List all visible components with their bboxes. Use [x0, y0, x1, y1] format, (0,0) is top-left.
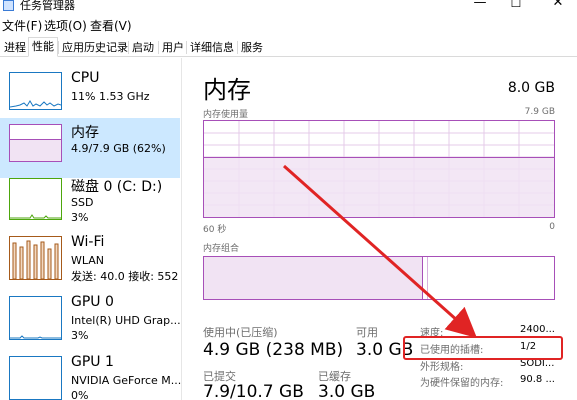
- sidebar-item-detail: 11% 1.53 GHz: [71, 90, 150, 103]
- resource-sidebar: CPU 11% 1.53 GHz 内存 4.9/7.9 GB (62%) 磁盘 …: [0, 58, 189, 400]
- in-use-value: 4.9 GB (238 MB): [203, 340, 344, 360]
- hardware-reserved-value: 90.8 ...: [520, 374, 555, 385]
- sidebar-item-label: CPU: [71, 70, 100, 86]
- hardware-reserved-label: 为硬件保留的内存:: [420, 378, 504, 389]
- in-use-label: 使用中(已压缩): [203, 326, 278, 339]
- sidebar-item-label: GPU 1: [71, 354, 114, 370]
- usage-graph-label: 内存使用量: [203, 110, 249, 120]
- graph-time-right: 0: [549, 222, 555, 232]
- task-manager-icon: [3, 0, 14, 11]
- sidebar-item-memory[interactable]: 内存 4.9/7.9 GB (62%): [0, 118, 180, 178]
- tab-startup[interactable]: 启动: [128, 38, 158, 57]
- composition-in-use: [204, 257, 423, 299]
- memory-composition-bar: [203, 256, 555, 300]
- sidebar-item-detail: SSD: [71, 196, 94, 209]
- sidebar-item-label: 磁盘 0 (C: D:): [71, 179, 163, 195]
- tab-performance[interactable]: 性能: [28, 37, 58, 57]
- memory-usage-graph: [203, 120, 555, 218]
- sidebar-item-label: Wi-Fi: [71, 234, 105, 250]
- speed-value: 2400...: [520, 324, 555, 335]
- sidebar-item-detail: Intel(R) UHD Grap...: [71, 314, 181, 327]
- sidebar-item-detail: NVIDIA GeForce M...: [71, 374, 182, 387]
- sidebar-item-gpu-0[interactable]: GPU 0 Intel(R) UHD Grap... 3%: [0, 294, 181, 356]
- cached-value: 3.0 GB: [318, 382, 376, 400]
- close-button[interactable]: ✕: [548, 0, 568, 10]
- tab-details[interactable]: 详细信息: [186, 38, 238, 57]
- form-factor-label: 外形规格:: [420, 362, 464, 373]
- sidebar-item-gpu-1[interactable]: GPU 1 NVIDIA GeForce M... 0%: [0, 354, 182, 400]
- available-label: 可用: [356, 326, 378, 339]
- tab-bar: 进程 性能 应用历史记录 启动 用户 详细信息 服务: [0, 36, 577, 57]
- title-bar: 任务管理器 — ☐ ✕: [0, 0, 577, 16]
- usage-graph-max: 7.9 GB: [524, 107, 555, 117]
- disk-thumbnail-graph: [9, 178, 62, 220]
- page-title: 内存: [203, 76, 251, 104]
- sidebar-item-detail-2: 3%: [71, 329, 89, 342]
- sidebar-item-label: GPU 0: [71, 294, 114, 310]
- wifi-sparkline: [12, 240, 59, 279]
- tab-users[interactable]: 用户: [158, 38, 188, 57]
- tab-processes[interactable]: 进程: [0, 38, 30, 57]
- menu-options[interactable]: 选项(O): [44, 17, 87, 34]
- menu-bar: 文件(F) 选项(O) 查看(V): [0, 16, 577, 34]
- minimize-button[interactable]: —: [470, 0, 490, 10]
- sidebar-item-detail: WLAN: [71, 254, 105, 267]
- composition-modified: [426, 257, 428, 299]
- disk-sparkline: [10, 214, 61, 219]
- menu-file[interactable]: 文件(F): [2, 17, 42, 34]
- wifi-thumbnail-graph: [9, 236, 62, 280]
- total-memory: 8.0 GB: [507, 80, 555, 96]
- sidebar-item-detail-2: 发送: 40.0 接收: 552 K: [71, 270, 190, 283]
- gpu1-thumbnail-graph: [9, 356, 62, 400]
- memory-thumbnail-fill: [10, 138, 61, 161]
- composition-label: 内存组合: [203, 244, 240, 254]
- cpu-sparkline: [10, 100, 61, 108]
- memory-thumbnail-graph: [9, 124, 62, 162]
- tab-app-history[interactable]: 应用历史记录: [58, 38, 132, 57]
- window-title: 任务管理器: [20, 0, 75, 12]
- sidebar-item-wifi[interactable]: Wi-Fi WLAN 发送: 40.0 接收: 552 K: [0, 234, 189, 296]
- sidebar-item-label: 内存: [71, 125, 99, 141]
- graph-time-left: 60 秒: [203, 225, 227, 235]
- sidebar-item-disk[interactable]: 磁盘 0 (C: D:) SSD 3%: [0, 178, 180, 238]
- highlight-box: [403, 336, 563, 360]
- tab-services[interactable]: 服务: [237, 38, 267, 57]
- sidebar-item-detail-2: 3%: [71, 211, 89, 224]
- sidebar-item-cpu[interactable]: CPU 11% 1.53 GHz: [0, 58, 180, 118]
- cpu-thumbnail-graph: [9, 72, 62, 110]
- gpu0-sparkline: [10, 335, 61, 339]
- menu-view[interactable]: 查看(V): [90, 17, 132, 34]
- memory-usage-fill: [204, 157, 554, 217]
- maximize-button[interactable]: ☐: [506, 0, 526, 10]
- committed-value: 7.9/10.7 GB: [203, 382, 304, 400]
- sidebar-item-detail-2: 0%: [71, 389, 89, 400]
- sidebar-item-detail: 4.9/7.9 GB (62%): [71, 142, 166, 155]
- gpu0-thumbnail-graph: [9, 296, 62, 340]
